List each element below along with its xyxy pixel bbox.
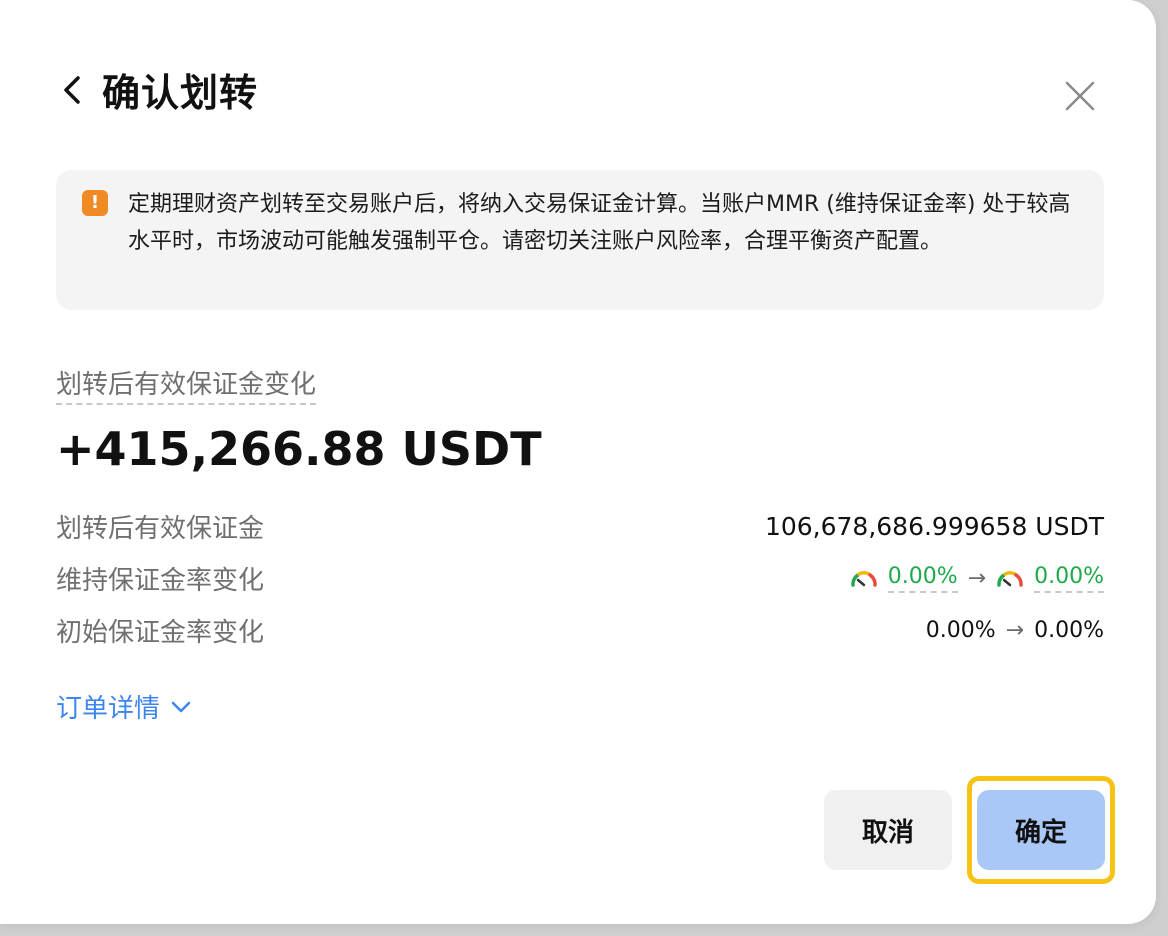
close-icon[interactable] xyxy=(1062,78,1098,114)
imr-before-value: 0.00% xyxy=(925,617,996,643)
arrow-right-icon: → xyxy=(967,565,987,591)
dialog-title: 确认划转 xyxy=(102,71,259,115)
back-chevron-icon[interactable] xyxy=(58,68,86,112)
margin-change-amount: +415,266.88 USDT xyxy=(56,422,542,476)
confirm-transfer-dialog: 确认划转 ! 定期理财资产划转至交易账户后，将纳入交易保证金计算。当账户MMR … xyxy=(0,0,1156,924)
margin-change-label[interactable]: 划转后有效保证金变化 xyxy=(56,364,317,405)
imr-after-value: 0.00% xyxy=(1034,617,1104,643)
warning-icon: ! xyxy=(82,190,108,216)
cancel-button[interactable]: 取消 xyxy=(824,790,952,870)
risk-gauge-icon xyxy=(851,571,877,587)
risk-gauge-icon xyxy=(997,571,1023,587)
mmr-before-value[interactable]: 0.00% xyxy=(887,564,958,593)
order-details-toggle[interactable]: 订单详情 xyxy=(56,688,192,725)
risk-notice-text: 定期理财资产划转至交易账户后，将纳入交易保证金计算。当账户MMR (维持保证金率… xyxy=(128,192,1071,254)
effective-margin-value: 106,678,686.999658 USDT xyxy=(764,511,1104,541)
mmr-change-label: 维持保证金率变化 xyxy=(56,565,265,596)
mmr-change-row: 维持保证金率变化 0.00% → 0.00% xyxy=(56,558,1104,598)
dialog-header: 确认划转 xyxy=(58,62,258,117)
effective-margin-label: 划转后有效保证金 xyxy=(56,513,265,544)
mmr-after-value[interactable]: 0.00% xyxy=(1034,564,1104,593)
confirm-button[interactable]: 确定 xyxy=(977,790,1105,870)
imr-change-value: 0.00% → 0.00% xyxy=(926,618,1104,643)
imr-change-row: 初始保证金率变化 0.00% → 0.00% xyxy=(56,610,1104,650)
order-details-label: 订单详情 xyxy=(56,694,161,724)
chevron-down-icon xyxy=(171,701,191,712)
mmr-change-value: 0.00% → 0.00% xyxy=(850,564,1104,593)
risk-notice-box: ! 定期理财资产划转至交易账户后，将纳入交易保证金计算。当账户MMR (维持保证… xyxy=(56,170,1104,310)
imr-change-label: 初始保证金率变化 xyxy=(56,617,265,648)
arrow-right-icon: → xyxy=(1005,617,1025,643)
effective-margin-row: 划转后有效保证金 106,678,686.999658 USDT xyxy=(56,506,1104,546)
